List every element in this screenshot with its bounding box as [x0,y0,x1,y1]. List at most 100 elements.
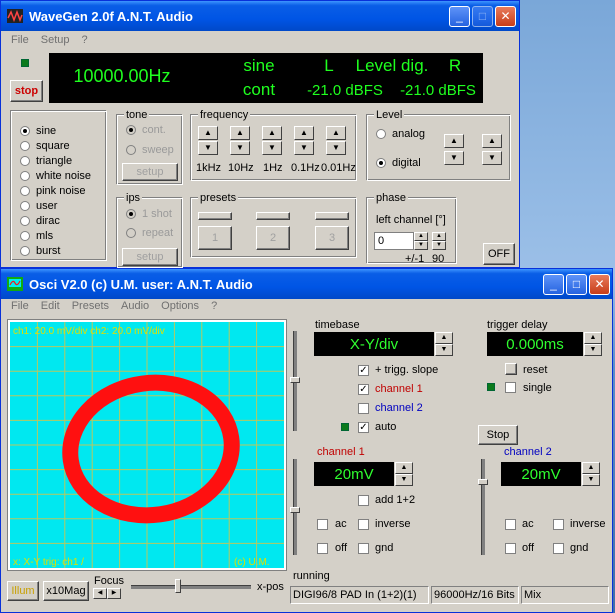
level-radio-digital[interactable] [376,158,386,168]
add-1-2-checkbox[interactable] [358,495,369,506]
osci-close-icon[interactable]: ✕ [589,274,610,295]
close-icon[interactable]: ✕ [495,6,516,27]
x10mag-button[interactable]: x10Mag [43,581,89,601]
ch1-down-icon[interactable]: ▼ [395,474,413,486]
add-1-2-label: add 1+2 [375,494,416,506]
waveform-radio-user[interactable] [20,201,30,211]
timebase-down-icon[interactable]: ▼ [435,344,453,356]
status-device: DIGI96/8 PAD In (1+2)(1) [293,589,417,601]
ch2-ac-label: ac [522,518,534,530]
menu-help[interactable]: ? [81,34,87,46]
timebase-up-icon[interactable]: ▲ [435,332,453,344]
ch1-ac-checkbox[interactable] [317,519,328,530]
display-level-r-title: R [443,55,467,77]
osci-menu-edit[interactable]: Edit [41,300,60,312]
waveform-radio-sine[interactable] [20,126,30,136]
trigger-channel2-checkbox[interactable] [358,403,369,414]
ch2-inverse-checkbox[interactable] [553,519,564,530]
scope-screen[interactable]: ch1: 20.0 mV/div ch2: 20.0 mV/div x: X-Y… [10,322,284,568]
phase-down-icon[interactable]: ▼ [414,241,428,250]
phase-pm-up-icon[interactable]: ▲ [432,232,446,241]
ch2-off-checkbox[interactable] [505,543,516,554]
focus-right-icon[interactable]: ▶ [107,588,121,599]
reset-button[interactable] [505,363,517,375]
waveform-radio-white-noise[interactable] [20,171,30,181]
freq-1hz-down-icon[interactable]: ▼ [262,141,282,155]
preset-button-3[interactable]: 3 [315,226,349,250]
trigg-slope-checkbox[interactable]: ✓ [358,365,369,376]
waveform-radio-square[interactable] [20,141,30,151]
trigger-channel1-checkbox[interactable]: ✓ [358,384,369,395]
osci-menubar: File Edit Presets Audio Options ? [1,297,612,315]
freq-0-01hz-up-icon[interactable]: ▲ [326,126,346,140]
level-r-down-icon[interactable]: ▼ [482,151,502,165]
ch2-up-icon[interactable]: ▲ [582,462,600,474]
timebase-slider-thumb[interactable] [290,377,300,383]
osci-minimize-icon[interactable]: _ [543,274,564,295]
phase-pm-down-icon[interactable]: ▼ [432,241,446,250]
freq-10hz-down-icon[interactable]: ▼ [230,141,250,155]
xpos-slider-thumb[interactable] [175,579,181,593]
preset-store-1[interactable] [198,212,232,220]
output-off-button[interactable]: OFF [483,243,515,265]
osci-menu-presets[interactable]: Presets [72,300,109,312]
freq-0-1hz-up-icon[interactable]: ▲ [294,126,314,140]
osci-menu-audio[interactable]: Audio [121,300,149,312]
minimize-icon[interactable]: _ [449,6,470,27]
preset-store-3[interactable] [315,212,349,220]
xpos-slider-track[interactable] [131,585,251,589]
ch2-position-thumb[interactable] [478,479,488,485]
freq-0-01hz-down-icon[interactable]: ▼ [326,141,346,155]
freq-0-1hz-down-icon[interactable]: ▼ [294,141,314,155]
ch2-position-slider[interactable] [481,459,485,555]
stop-run-button[interactable]: Stop [478,425,518,445]
level-l-down-icon[interactable]: ▼ [444,151,464,165]
ch2-gnd-checkbox[interactable] [553,543,564,554]
auto-checkbox[interactable]: ✓ [358,422,369,433]
osci-titlebar[interactable]: Osci V2.0 (c) U.M. user: A.N.T. Audio [1,269,612,299]
scope-bottom-left-text: x: X-Y trig: ch1 / [13,557,84,568]
ch1-inverse-checkbox[interactable] [358,519,369,530]
waveform-radio-mls[interactable] [20,231,30,241]
freq-1hz-up-icon[interactable]: ▲ [262,126,282,140]
level-r-up-icon[interactable]: ▲ [482,134,502,148]
preset-button-1[interactable]: 1 [198,226,232,250]
freq-1khz-up-icon[interactable]: ▲ [198,126,218,140]
stop-button[interactable]: stop [10,80,43,102]
freq-1khz-down-icon[interactable]: ▼ [198,141,218,155]
menu-file[interactable]: File [11,34,29,46]
focus-left-icon[interactable]: ◀ [93,588,107,599]
trigger-delay-up-icon[interactable]: ▲ [584,332,602,344]
waveform-radio-dirac[interactable] [20,216,30,226]
display-level-l-title: L [317,55,341,77]
ch2-ac-checkbox[interactable] [505,519,516,530]
waveform-radio-triangle[interactable] [20,156,30,166]
ch1-gnd-checkbox[interactable] [358,543,369,554]
illum-button[interactable]: Illum [7,581,39,601]
menu-setup[interactable]: Setup [41,34,70,46]
waveform-radio-pink-noise[interactable] [20,186,30,196]
ch1-off-checkbox[interactable] [317,543,328,554]
freq-10hz-up-icon[interactable]: ▲ [230,126,250,140]
trigger-delay-down-icon[interactable]: ▼ [584,344,602,356]
tone-radio-cont [126,125,136,135]
osci-menu-file[interactable]: File [11,300,29,312]
ch1-up-icon[interactable]: ▲ [395,462,413,474]
wavegen-titlebar[interactable]: WaveGen 2.0f A.N.T. Audio [1,1,519,31]
osci-maximize-icon[interactable]: □ [566,274,587,295]
ch2-down-icon[interactable]: ▼ [582,474,600,486]
level-radio-analog[interactable] [376,129,386,139]
level-l-up-icon[interactable]: ▲ [444,134,464,148]
preset-store-2[interactable] [256,212,290,220]
waveform-radio-burst[interactable] [20,246,30,256]
single-checkbox[interactable] [505,382,516,393]
preset-button-2[interactable]: 2 [256,226,290,250]
phase-input[interactable]: 0 [374,232,414,250]
phase-up-icon[interactable]: ▲ [414,232,428,241]
display-waveform: sine [229,55,289,77]
osci-menu-options[interactable]: Options [161,300,199,312]
ch1-position-thumb[interactable] [290,507,300,513]
wavegen-window: WaveGen 2.0f A.N.T. Audio _ □ ✕ File Set… [0,0,520,268]
single-led [487,383,495,391]
osci-menu-help[interactable]: ? [211,300,217,312]
